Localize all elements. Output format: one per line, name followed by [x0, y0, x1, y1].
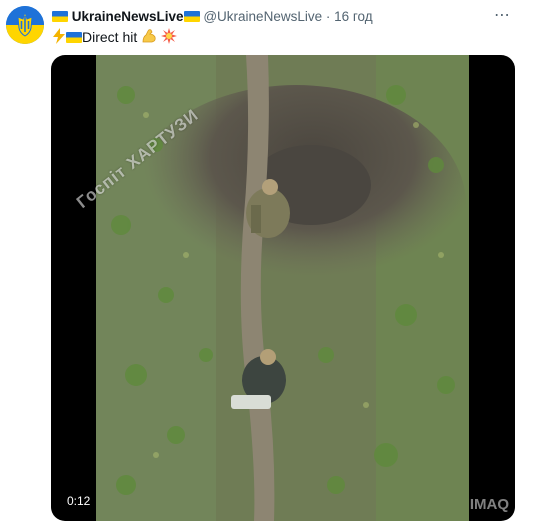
video-watermark-corner: IMAQ	[469, 496, 509, 513]
video-player[interactable]: Госпіт ХАРТУЗИ IMAQ 0:12	[51, 55, 515, 521]
more-options-icon[interactable]: ⋯	[491, 6, 513, 26]
lightning-emoji	[52, 28, 66, 48]
coat-of-arms-icon	[6, 6, 44, 44]
tweet-text: Direct hit	[52, 28, 178, 48]
video-time-indicator: 0:12	[63, 493, 95, 509]
ukraine-flag-icon	[183, 11, 200, 22]
tweet-header: UkraineNewsLive @UkraineNewsLive · 16 го…	[52, 8, 495, 26]
video-frame	[96, 55, 469, 521]
ukraine-flag-icon	[52, 11, 68, 22]
flexed-biceps-emoji	[141, 28, 157, 48]
collision-emoji	[161, 28, 178, 48]
tweet-text-body: Direct hit	[82, 29, 138, 45]
header-separator: ·	[325, 9, 331, 24]
tweet[interactable]: UkraineNewsLive @UkraineNewsLive · 16 го…	[0, 0, 535, 529]
tweet-timestamp[interactable]: 16 год	[334, 9, 372, 24]
ukraine-flag-emoji	[66, 32, 82, 43]
author-handle[interactable]: @UkraineNewsLive	[203, 9, 322, 24]
author-name[interactable]: UkraineNewsLive	[72, 9, 184, 24]
avatar[interactable]	[6, 6, 44, 44]
